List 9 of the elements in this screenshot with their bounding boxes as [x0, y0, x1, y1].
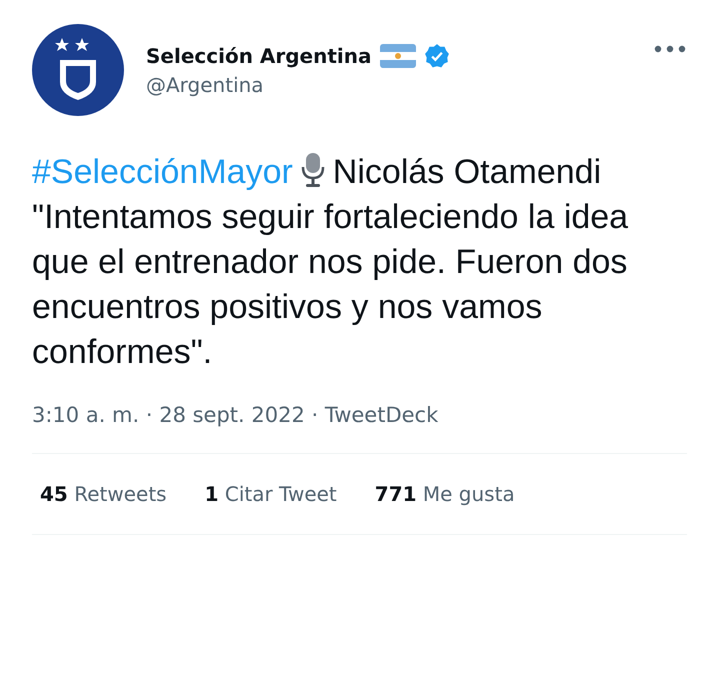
author-handle[interactable]: @Argentina	[146, 73, 631, 97]
argentina-flag-icon	[380, 44, 416, 68]
engagement-count-link[interactable]: 771 Me gusta	[374, 482, 515, 506]
more-options-icon[interactable]	[653, 44, 687, 54]
author-name[interactable]: Selección Argentina	[146, 44, 372, 68]
tweet-timestamp[interactable]: 3:10 a. m. · 28 sept. 2022 · TweetDeck	[32, 403, 438, 427]
engagement-count-link[interactable]: 1 Citar Tweet	[204, 482, 337, 506]
engagement-count-link[interactable]: 45 Retweets	[40, 482, 167, 506]
tweet-text: #SelecciónMayor Nicolás Otamendi "Intentamos seguir fortaleciendo la idea que el entrenador nos pide. Fueron dos encuentros positivos y nos vamos conformes".	[32, 151, 630, 373]
